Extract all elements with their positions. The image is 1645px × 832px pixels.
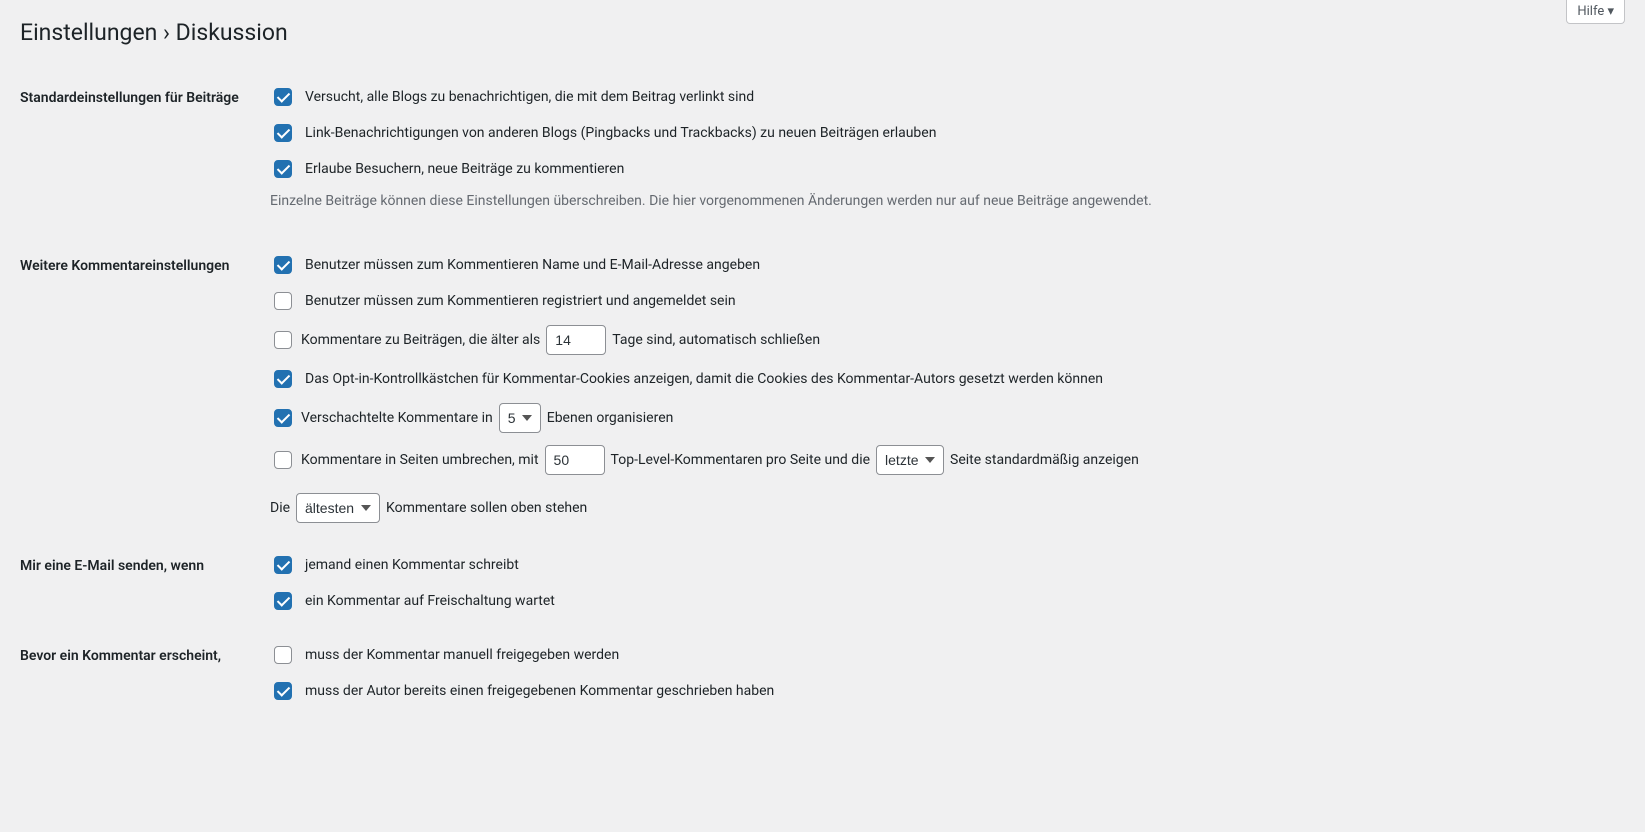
previously-approved-label: muss der Autor bereits einen freigegeben… xyxy=(305,683,774,699)
thread-depth-select[interactable]: 5 xyxy=(499,403,541,433)
comment-status-label: Erlaube Besuchern, neue Beiträge zu komm… xyxy=(305,161,624,177)
email-moderation-checkbox[interactable] xyxy=(274,592,292,610)
page-title: Einstellungen › Diskussion xyxy=(20,10,1625,50)
help-tab[interactable]: Hilfe ▾ xyxy=(1566,0,1625,24)
close-comments-checkbox[interactable] xyxy=(274,331,292,349)
manual-approve-checkbox[interactable] xyxy=(274,646,292,664)
comment-registration-label: Benutzer müssen zum Kommentieren registr… xyxy=(305,293,736,309)
section-heading-other: Weitere Kommentareinstellungen xyxy=(20,238,260,538)
pingback-flag-row[interactable]: Versucht, alle Blogs zu benachrichtigen,… xyxy=(270,85,754,109)
require-name-email-row[interactable]: Benutzer müssen zum Kommentieren Name un… xyxy=(270,253,760,277)
manual-approve-label: muss der Kommentar manuell freigegeben w… xyxy=(305,647,619,663)
default-page-select[interactable]: letzte xyxy=(876,445,944,475)
thread-before: Verschachtelte Kommentare in xyxy=(301,410,493,426)
email-new-comment-label: jemand einen Kommentar schreibt xyxy=(305,557,519,573)
comments-per-page-input[interactable] xyxy=(545,445,605,475)
order-after: Kommentare sollen oben stehen xyxy=(386,500,587,516)
cookies-optin-row[interactable]: Das Opt-in-Kontrollkästchen für Kommenta… xyxy=(270,367,1103,391)
comment-registration-row[interactable]: Benutzer müssen zum Kommentieren registr… xyxy=(270,289,736,313)
page-mid: Top-Level-Kommentaren pro Seite und die xyxy=(611,452,870,468)
close-comments-days-input[interactable] xyxy=(546,325,606,355)
require-name-email-label: Benutzer müssen zum Kommentieren Name un… xyxy=(305,257,760,273)
comment-order-select[interactable]: ältesten xyxy=(296,493,380,523)
email-new-comment-checkbox[interactable] xyxy=(274,556,292,574)
email-moderation-row[interactable]: ein Kommentar auf Freischaltung wartet xyxy=(270,589,555,613)
cookies-optin-checkbox[interactable] xyxy=(274,370,292,388)
comment-registration-checkbox[interactable] xyxy=(274,292,292,310)
pingback-flag-checkbox[interactable] xyxy=(274,88,292,106)
previously-approved-row[interactable]: muss der Autor bereits einen freigegeben… xyxy=(270,679,774,703)
manual-approve-row[interactable]: muss der Kommentar manuell freigegeben w… xyxy=(270,643,619,667)
page-before: Kommentare in Seiten umbrechen, mit xyxy=(301,452,539,468)
previously-approved-checkbox[interactable] xyxy=(274,682,292,700)
ping-status-checkbox[interactable] xyxy=(274,124,292,142)
page-after: Seite standardmäßig anzeigen xyxy=(950,452,1139,468)
email-moderation-label: ein Kommentar auf Freischaltung wartet xyxy=(305,593,555,609)
thread-after: Ebenen organisieren xyxy=(547,410,674,426)
require-name-email-checkbox[interactable] xyxy=(274,256,292,274)
comment-status-checkbox[interactable] xyxy=(274,160,292,178)
ping-status-row[interactable]: Link-Benachrichtigungen von anderen Blog… xyxy=(270,121,936,145)
page-comments-checkbox[interactable] xyxy=(274,451,292,469)
cookies-optin-label: Das Opt-in-Kontrollkästchen für Kommenta… xyxy=(305,371,1103,387)
thread-comments-checkbox[interactable] xyxy=(274,409,292,427)
close-comments-before: Kommentare zu Beiträgen, die älter als xyxy=(301,332,540,348)
defaults-description: Einzelne Beiträge können diese Einstellu… xyxy=(270,193,1615,209)
section-heading-defaults: Standardeinstellungen für Beiträge xyxy=(20,70,260,238)
ping-status-label: Link-Benachrichtigungen von anderen Blog… xyxy=(305,125,936,141)
section-heading-before: Bevor ein Kommentar erscheint, xyxy=(20,628,260,718)
help-tab-label: Hilfe xyxy=(1577,4,1604,19)
pingback-flag-label: Versucht, alle Blogs zu benachrichtigen,… xyxy=(305,89,754,105)
order-before: Die xyxy=(270,500,290,516)
section-heading-email: Mir eine E-Mail senden, wenn xyxy=(20,538,260,628)
email-new-comment-row[interactable]: jemand einen Kommentar schreibt xyxy=(270,553,519,577)
settings-table: Standardeinstellungen für Beiträge Versu… xyxy=(20,70,1625,718)
close-comments-after: Tage sind, automatisch schließen xyxy=(612,332,820,348)
comment-status-row[interactable]: Erlaube Besuchern, neue Beiträge zu komm… xyxy=(270,157,624,181)
chevron-down-icon: ▾ xyxy=(1607,4,1614,19)
